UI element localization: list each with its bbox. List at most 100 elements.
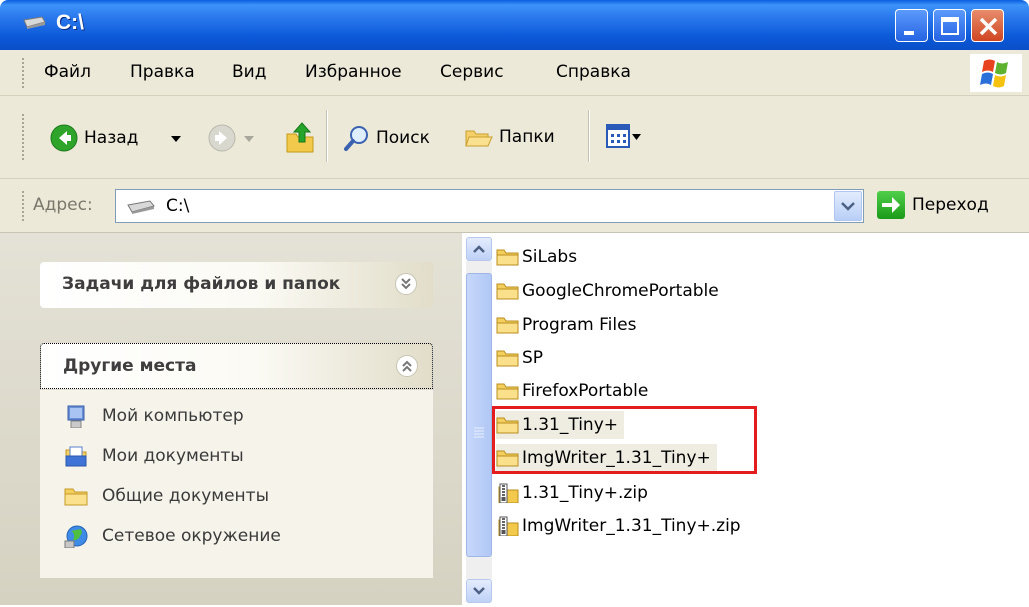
back-button[interactable]: Назад (50, 124, 138, 152)
folder-icon (496, 383, 519, 400)
search-label: Поиск (376, 128, 430, 148)
back-label: Назад (84, 128, 139, 148)
place-network[interactable]: Сетевое окружение (64, 524, 281, 548)
menu-bar: Файл Правка Вид Избранное Сервис Справка (0, 50, 1029, 96)
minimize-icon (904, 31, 914, 35)
menu-tools[interactable]: Сервис (440, 62, 504, 82)
menu-edit[interactable]: Правка (130, 62, 195, 82)
list-item[interactable]: ImgWriter_1.31_Tiny+.zip (496, 512, 747, 540)
file-name: Program Files (522, 315, 637, 335)
folder-icon (496, 350, 519, 367)
menu-favorites[interactable]: Избранное (305, 62, 402, 82)
list-item-selected[interactable]: 1.31_Tiny+ (496, 411, 625, 439)
file-name: GoogleChromePortable (522, 281, 719, 301)
menu-help[interactable]: Справка (556, 62, 631, 82)
scrollbar-thumb[interactable] (466, 273, 492, 557)
toolbar-separator-2 (588, 110, 590, 162)
other-places-title: Другие места (63, 356, 197, 376)
chevron-up-icon (473, 245, 485, 253)
zip-archive-icon (498, 516, 519, 536)
list-item[interactable]: GoogleChromePortable (496, 277, 725, 305)
folder-icon (496, 450, 519, 467)
file-tasks-title: Задачи для файлов и папок (62, 274, 341, 294)
folder-icon (496, 249, 519, 266)
address-grip[interactable] (22, 191, 27, 221)
standard-toolbar: Назад Поиск Папки (0, 96, 1029, 179)
drive-icon (23, 16, 46, 29)
forward-button[interactable] (208, 124, 236, 152)
file-name: FirefoxPortable (522, 381, 649, 401)
expand-button[interactable] (395, 273, 417, 295)
maximize-icon (941, 17, 959, 35)
address-dropdown-button[interactable] (834, 191, 862, 221)
folder-icon (496, 317, 519, 334)
scroll-down-button[interactable] (466, 579, 492, 603)
go-button[interactable] (877, 191, 905, 219)
chevron-down-icon (841, 202, 855, 211)
file-tasks-header[interactable]: Задачи для файлов и папок (40, 262, 433, 308)
list-item[interactable]: SP (496, 344, 549, 372)
place-label: Мой компьютер (102, 406, 244, 426)
file-list: SiLabs GoogleChromePortable Program File… (462, 233, 1029, 605)
collapse-button[interactable] (396, 355, 418, 377)
views-dropdown-icon[interactable] (632, 134, 641, 140)
search-button[interactable]: Поиск (344, 124, 430, 152)
place-my-documents[interactable]: Мои документы (64, 444, 244, 468)
grip-lines-icon (474, 427, 484, 438)
other-places-body: Мой компьютер Мои документы Общие докуме… (40, 390, 433, 578)
toolbar-grip[interactable] (22, 114, 27, 160)
address-label: Адрес: (33, 195, 93, 215)
list-item-selected[interactable]: ImgWriter_1.31_Tiny+ (496, 444, 717, 472)
title-bar: C:\ (0, 0, 1029, 50)
address-bar: Адрес: C:\ Переход (0, 179, 1029, 233)
address-input[interactable]: C:\ (115, 189, 864, 223)
file-name: SP (522, 348, 544, 368)
maximize-button[interactable] (933, 9, 966, 42)
folder-icon (64, 488, 88, 506)
documents-icon (65, 446, 87, 467)
place-label: Мои документы (102, 446, 244, 466)
place-label: Сетевое окружение (102, 526, 281, 546)
views-button[interactable] (606, 124, 630, 148)
menu-file[interactable]: Файл (44, 62, 91, 82)
folder-icon (496, 417, 519, 434)
file-name: 1.31_Tiny+.zip (522, 483, 648, 503)
drive-icon (127, 200, 155, 214)
file-name: 1.31_Tiny+ (522, 415, 619, 435)
minimize-button[interactable] (895, 9, 928, 42)
search-icon (344, 126, 368, 151)
back-arrow-icon (50, 124, 78, 152)
other-places-header[interactable]: Другие места (40, 343, 433, 389)
list-item[interactable]: Program Files (496, 311, 642, 339)
go-arrow-icon (882, 197, 900, 213)
file-name: SiLabs (522, 247, 578, 267)
close-icon (979, 17, 998, 36)
file-name: ImgWriter_1.31_Tiny+ (522, 448, 711, 468)
folder-icon (496, 283, 519, 300)
computer-icon (67, 405, 85, 428)
scroll-up-button[interactable] (466, 237, 492, 261)
folders-label: Папки (499, 127, 555, 147)
file-name: ImgWriter_1.31_Tiny+.zip (522, 516, 741, 536)
place-shared-documents[interactable]: Общие документы (64, 484, 269, 508)
back-dropdown-icon[interactable] (171, 136, 181, 142)
list-item[interactable]: SiLabs (496, 243, 583, 271)
menu-grip[interactable] (22, 58, 27, 88)
place-my-computer[interactable]: Мой компьютер (64, 404, 244, 428)
go-label[interactable]: Переход (912, 195, 989, 215)
windows-flag-icon (980, 59, 1008, 88)
windows-logo (970, 54, 1022, 92)
forward-dropdown-icon[interactable] (244, 136, 254, 142)
zip-archive-icon (498, 483, 519, 503)
list-item[interactable]: FirefoxPortable (496, 377, 654, 405)
chevron-double-down-icon (401, 278, 411, 290)
up-folder-button[interactable] (284, 120, 316, 154)
folders-button[interactable]: Папки (465, 124, 555, 150)
network-globe-icon (64, 525, 88, 548)
list-item[interactable]: 1.31_Tiny+.zip (496, 479, 654, 507)
chevron-double-up-icon (402, 360, 412, 372)
close-button[interactable] (971, 9, 1004, 42)
window-title: C:\ (56, 11, 84, 34)
menu-view[interactable]: Вид (232, 62, 266, 82)
chevron-down-icon (473, 587, 485, 595)
